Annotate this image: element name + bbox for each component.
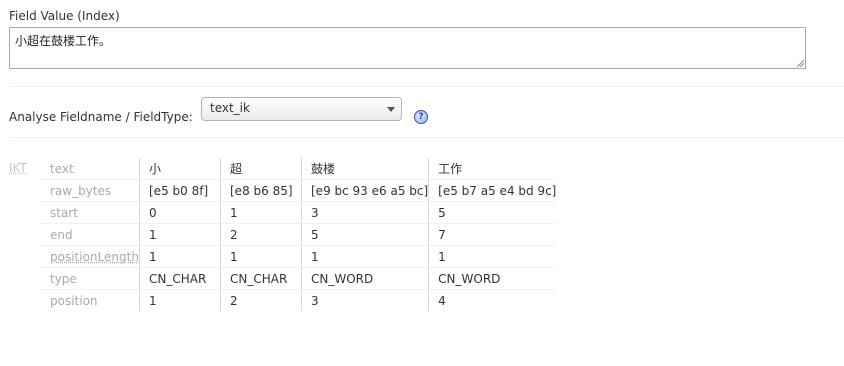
table-row: end 1 2 5 7	[38, 223, 557, 246]
table-cell: 1	[139, 245, 221, 268]
table-cell: 4	[438, 293, 446, 308]
row-key: end	[38, 223, 140, 246]
divider	[9, 86, 844, 87]
row-key: text	[38, 158, 140, 180]
table-cell: 超	[220, 158, 302, 180]
row-key: raw_bytes	[38, 179, 140, 202]
table-row: position 1 2 3 4	[38, 289, 556, 311]
table-row: start 0 1 3 5	[38, 201, 557, 224]
table-cell: [e8 b6 85]	[220, 179, 302, 202]
table-cell: 3	[301, 289, 430, 311]
table-cell: 1	[220, 201, 302, 224]
table-cell: CN_WORD	[301, 267, 430, 290]
help-icon[interactable]: ?	[414, 110, 428, 124]
table-cell: [e5 b7 a5 e4 bd 9c]	[428, 179, 557, 202]
fieldtype-select-value: text_ik	[210, 101, 250, 115]
table-row: positionLength 1 1 1 1	[38, 245, 557, 268]
divider	[9, 137, 844, 138]
table-cell: CN_WORD	[428, 267, 557, 290]
table-cell: 1	[139, 289, 221, 311]
chevron-down-icon	[387, 107, 395, 112]
table-cell: CN_CHAR	[139, 267, 221, 290]
table-cell: 3	[301, 201, 430, 224]
analyzer-name[interactable]: IKT	[9, 161, 27, 175]
table-row: raw_bytes [e5 b0 8f] [e8 b6 85] [e9 bc 93 e…	[38, 179, 557, 202]
table-cell: [e5 b0 8f]	[139, 179, 221, 202]
table-cell: 1	[428, 245, 557, 268]
row-key[interactable]: positionLength	[38, 245, 140, 268]
analyse-fieldname-label: Analyse Fieldname / FieldType:	[9, 110, 193, 124]
table-row: type CN_CHAR CN_CHAR CN_WORD CN_WORD	[38, 267, 557, 290]
table-cell: 鼓楼	[301, 158, 430, 180]
fieldtype-select[interactable]: text_ik	[201, 97, 402, 121]
resize-grip-icon[interactable]	[796, 59, 804, 67]
table-cell: 1	[139, 223, 221, 246]
table-row: text 小超鼓楼 工作	[38, 158, 557, 180]
table-cell: 1	[301, 245, 430, 268]
table-cell: 2	[220, 223, 302, 246]
row-key: type	[38, 267, 140, 290]
table-cell: [e9 bc 93 e6 a5 bc]	[301, 179, 430, 202]
field-value-text: 小超在鼓楼工作。	[15, 34, 112, 48]
row-key: position	[38, 289, 140, 311]
table-cell: 5	[428, 201, 557, 224]
table-cell: 7	[428, 223, 557, 246]
analysis-table: text 小超鼓楼 工作 raw_bytes [e5 b0 8f] [e8 b6 85][…	[38, 158, 557, 311]
table-cell: 0	[139, 201, 221, 224]
table-cell: 5	[301, 223, 430, 246]
field-value-label: Field Value (Index)	[9, 9, 120, 23]
table-cell: 2	[220, 289, 302, 311]
table-cell: 小	[139, 158, 221, 180]
row-key: start	[38, 201, 140, 224]
field-value-textarea[interactable]: 小超在鼓楼工作。	[9, 27, 806, 69]
table-cell: 1	[220, 245, 302, 268]
table-cell: CN_CHAR	[220, 267, 302, 290]
table-cell: 工作	[428, 158, 557, 180]
